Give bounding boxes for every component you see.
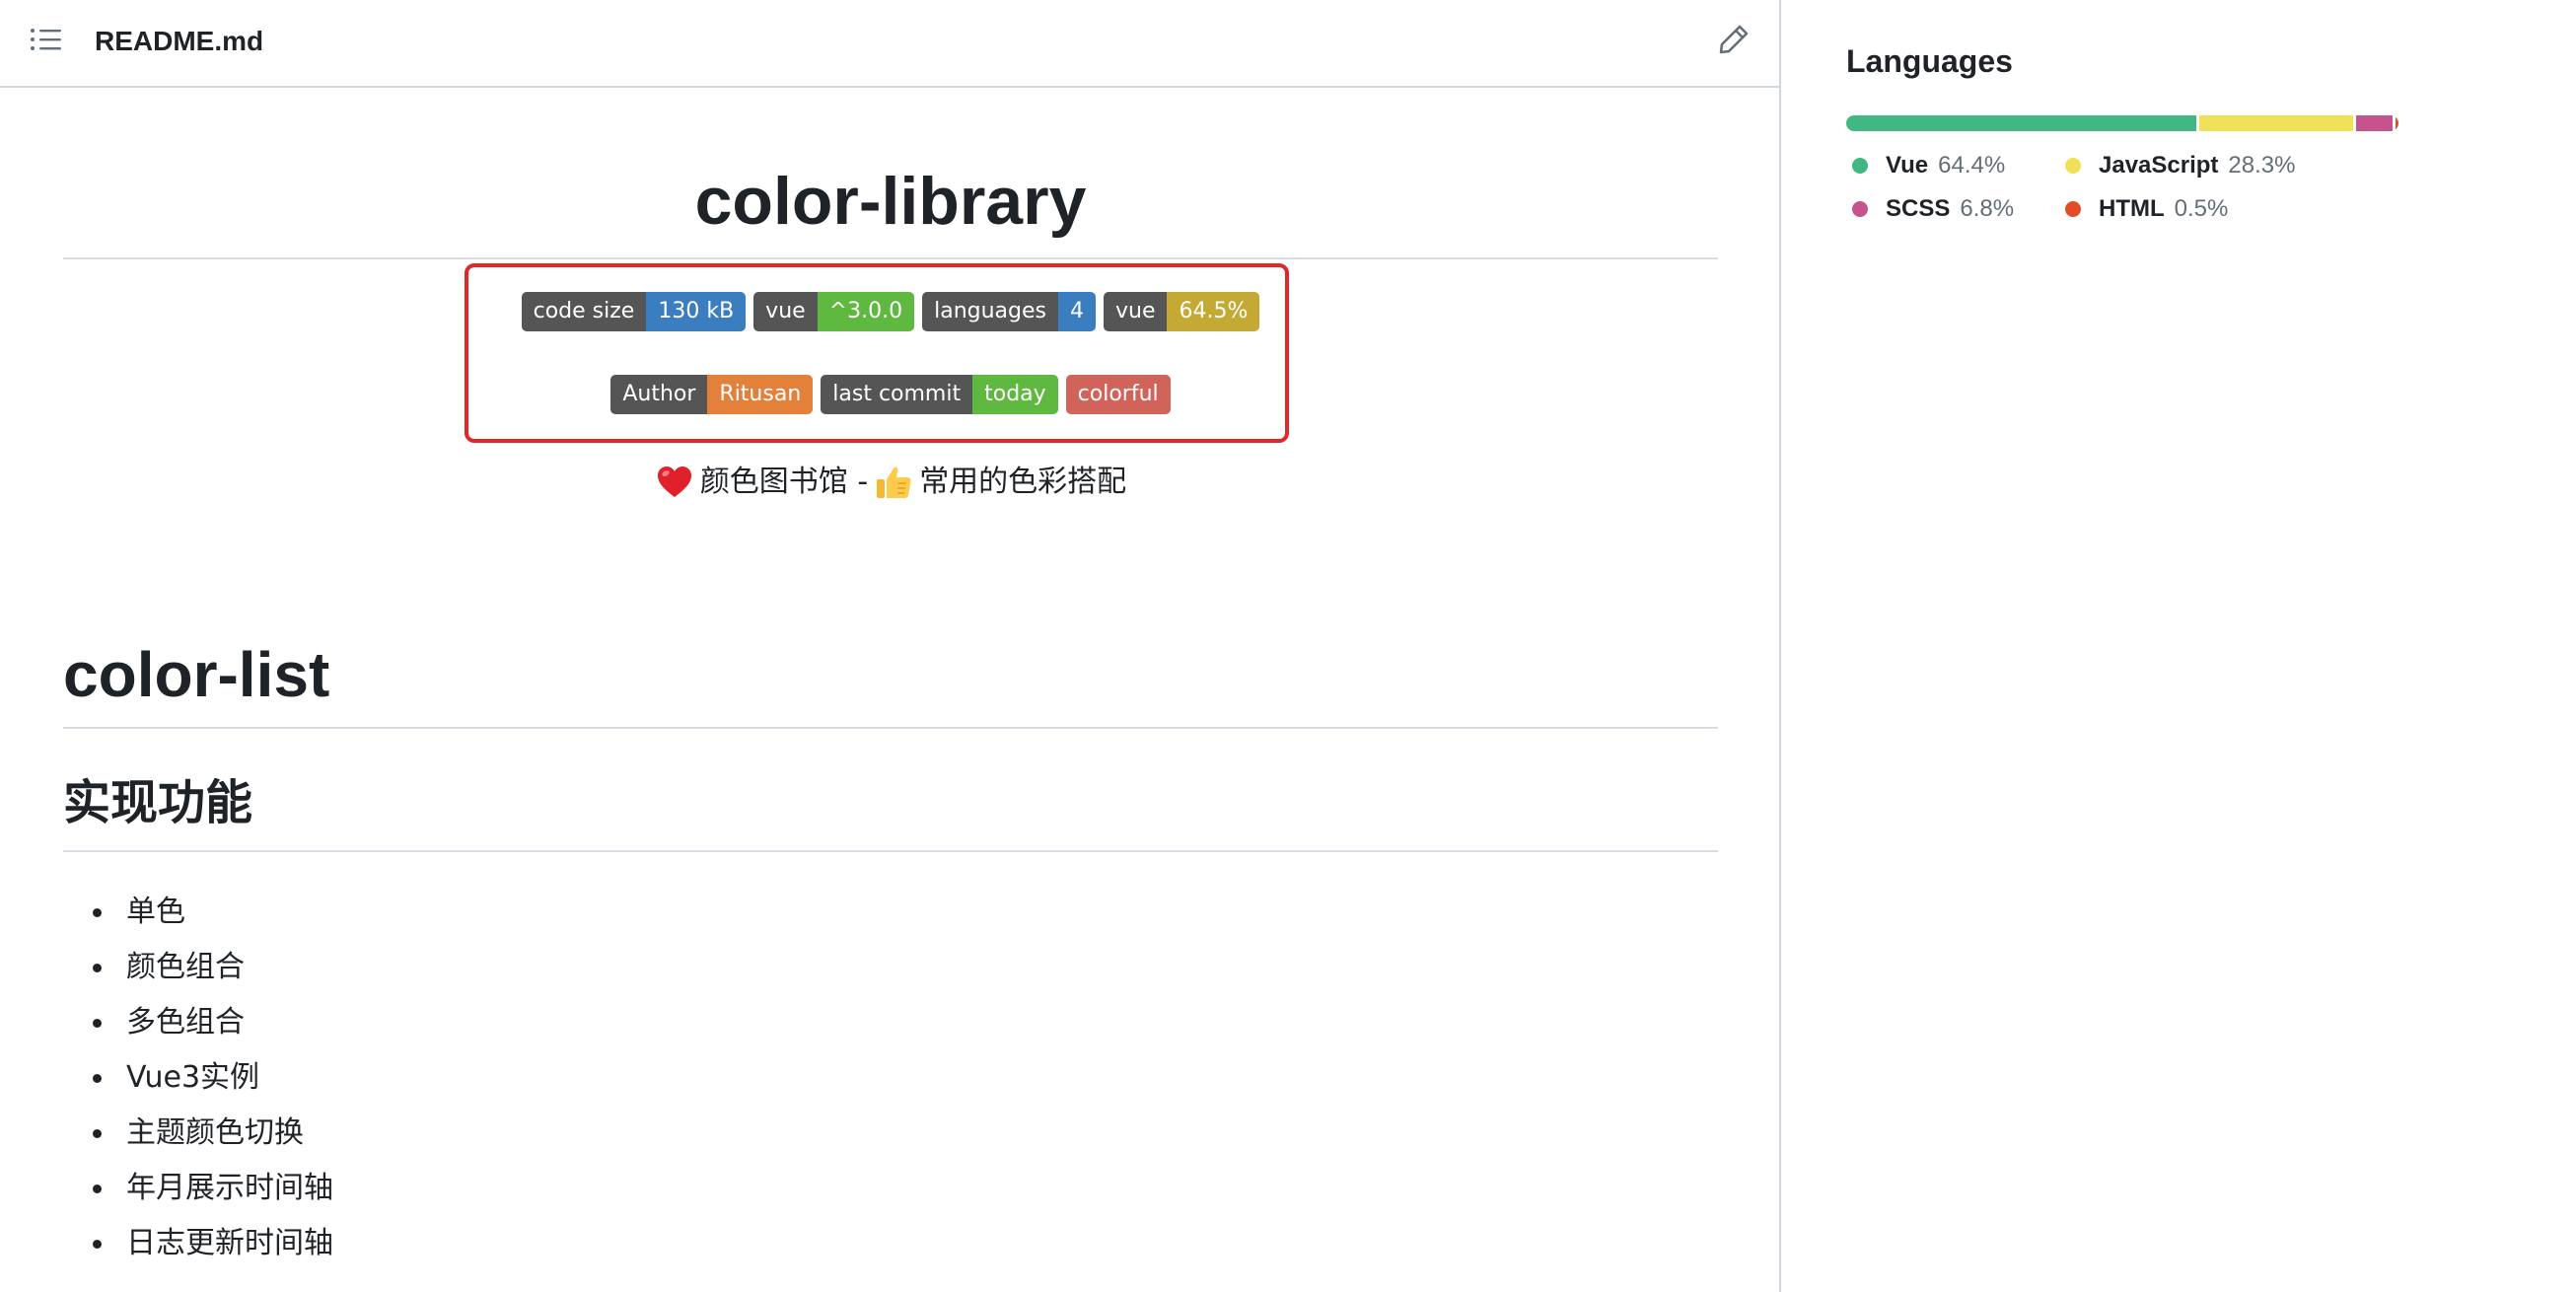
languages-title: Languages bbox=[1846, 43, 2013, 79]
language-color-dot bbox=[1852, 158, 1868, 174]
language-color-dot bbox=[2065, 201, 2081, 217]
language-bar-segment[interactable] bbox=[2396, 115, 2398, 131]
list-item: 多色组合 bbox=[63, 995, 1718, 1050]
language-item-vue[interactable]: Vue 64.4% bbox=[1846, 146, 2005, 185]
languages-bar bbox=[1846, 115, 2398, 131]
language-bar-segment[interactable] bbox=[2198, 115, 2353, 131]
languages-section: Languages Vue 64.4% JavaScript 28.3% SCS… bbox=[1846, 0, 2537, 296]
badge-last-commit[interactable]: last commit today bbox=[821, 375, 1058, 414]
heading-divider bbox=[63, 727, 1718, 729]
language-name: HTML bbox=[2099, 195, 2165, 222]
badge-value: 4 bbox=[1057, 292, 1096, 331]
language-color-dot bbox=[2065, 158, 2081, 174]
language-bar-segment[interactable] bbox=[2355, 115, 2394, 131]
list-item: 颜色组合 bbox=[63, 940, 1718, 995]
tagline: 颜色图书馆 - 常用的色彩搭配 bbox=[63, 459, 1718, 506]
thumbs-up-emoji-icon bbox=[874, 463, 913, 502]
badge-code-size[interactable]: code size 130 kB bbox=[521, 292, 747, 331]
badge-author[interactable]: Author Ritusan bbox=[610, 375, 814, 414]
badges-highlight-box bbox=[465, 263, 1289, 443]
badge-value: colorful bbox=[1065, 375, 1171, 414]
readme-panel: README.md color-library code size 130 kB… bbox=[0, 0, 1781, 1292]
language-name: SCSS bbox=[1886, 195, 1951, 222]
language-percent: 0.5% bbox=[2174, 195, 2229, 222]
badge-value: today bbox=[972, 375, 1058, 414]
badge-colorful[interactable]: colorful bbox=[1065, 375, 1171, 414]
readme-title: color-library bbox=[694, 164, 1087, 239]
language-name: JavaScript bbox=[2099, 152, 2219, 179]
language-name: Vue bbox=[1886, 152, 1929, 179]
badge-value: Ritusan bbox=[707, 375, 814, 414]
list-item: 日志更新时间轴 bbox=[63, 1216, 1718, 1271]
tagline-text-1: 颜色图书馆 - bbox=[699, 465, 869, 499]
table-of-contents-button[interactable] bbox=[24, 20, 71, 59]
badge-label: vue bbox=[753, 292, 818, 331]
readme-header: README.md bbox=[0, 0, 1779, 88]
badge-label: Author bbox=[610, 375, 708, 414]
list-unordered-icon bbox=[31, 29, 61, 50]
heading-color-list: color-list bbox=[63, 639, 330, 710]
badge-value: 64.5% bbox=[1167, 292, 1260, 331]
badge-vue-percent[interactable]: vue 64.5% bbox=[1103, 292, 1260, 331]
edit-file-button[interactable] bbox=[1714, 20, 1753, 59]
badge-label: code size bbox=[521, 292, 647, 331]
heading-features: 实现功能 bbox=[63, 775, 253, 830]
title-divider bbox=[63, 257, 1718, 259]
badge-value: 130 kB bbox=[646, 292, 747, 331]
heart-emoji-icon bbox=[655, 463, 694, 502]
badge-label: vue bbox=[1103, 292, 1168, 331]
badge-value: ^3.0.0 bbox=[817, 292, 915, 331]
list-item: 主题颜色切换 bbox=[63, 1106, 1718, 1161]
language-percent: 28.3% bbox=[2228, 152, 2296, 179]
languages-list: Vue 64.4% JavaScript 28.3% SCSS 6.8% HTM… bbox=[1846, 146, 2537, 245]
list-item: 年月展示时间轴 bbox=[63, 1161, 1718, 1216]
pencil-icon bbox=[1719, 25, 1749, 54]
language-percent: 6.8% bbox=[1960, 195, 2015, 222]
badge-label: last commit bbox=[821, 375, 973, 414]
tagline-text-2: 常用的色彩搭配 bbox=[919, 465, 1127, 499]
feature-list: 单色 颜色组合 多色组合 Vue3实例 主题颜色切换 年月展示时间轴 日志更新时… bbox=[63, 885, 1718, 1271]
readme-filename[interactable]: README.md bbox=[95, 24, 263, 59]
repo-page: README.md color-library code size 130 kB… bbox=[0, 0, 2576, 1292]
language-item-html[interactable]: HTML 0.5% bbox=[2059, 189, 2228, 229]
badge-row-1: code size 130 kB vue ^3.0.0 languages 4 … bbox=[63, 292, 1718, 331]
badge-languages[interactable]: languages 4 bbox=[922, 292, 1096, 331]
badge-vue-version[interactable]: vue ^3.0.0 bbox=[753, 292, 915, 331]
list-item: 单色 bbox=[63, 885, 1718, 940]
badge-row-2: Author Ritusan last commit today colorfu… bbox=[63, 375, 1718, 414]
language-bar-segment[interactable] bbox=[1846, 115, 2196, 131]
language-color-dot bbox=[1852, 201, 1868, 217]
heading-divider bbox=[63, 850, 1718, 852]
list-item: Vue3实例 bbox=[63, 1050, 1718, 1106]
language-percent: 64.4% bbox=[1938, 152, 2006, 179]
language-item-javascript[interactable]: JavaScript 28.3% bbox=[2059, 146, 2295, 185]
badge-label: languages bbox=[922, 292, 1058, 331]
language-item-scss[interactable]: SCSS 6.8% bbox=[1846, 189, 2014, 229]
